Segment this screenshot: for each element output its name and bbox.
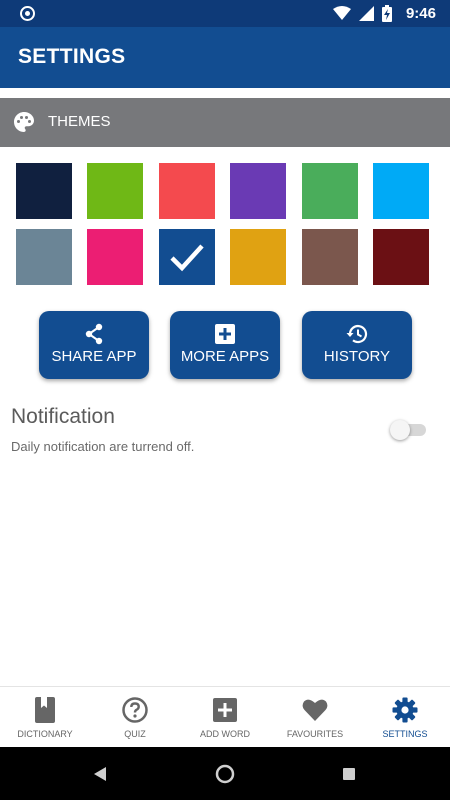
more-apps-label: MORE APPS: [180, 348, 270, 365]
theme-swatch[interactable]: [302, 229, 358, 285]
nav-quiz-label: QUIZ: [124, 729, 146, 739]
nav-favourites[interactable]: FAVOURITES: [270, 687, 360, 748]
status-icons: 9:46: [332, 3, 436, 24]
nav-quiz[interactable]: QUIZ: [90, 687, 180, 748]
history-label: HISTORY: [323, 348, 391, 365]
question-circle-icon: [122, 697, 148, 723]
themes-label: THEMES: [48, 113, 111, 130]
checkmark-icon: [170, 244, 204, 272]
share-app-label: SHARE APP: [51, 348, 137, 365]
toggle-thumb: [390, 420, 410, 440]
nav-add-word[interactable]: ADD WORD: [180, 687, 270, 748]
share-icon: [85, 323, 103, 345]
bottom-nav: DICTIONARY QUIZ ADD WORD FAVOURITES SETT…: [0, 686, 450, 747]
notification-title: Notification: [11, 405, 115, 428]
theme-swatch-selected[interactable]: [159, 229, 215, 285]
theme-swatch[interactable]: [230, 229, 286, 285]
gear-icon: [392, 697, 418, 723]
theme-swatch[interactable]: [230, 163, 286, 219]
theme-swatch[interactable]: [373, 163, 429, 219]
system-nav-bar: [0, 747, 450, 800]
plus-box-icon: [215, 324, 235, 344]
heart-icon: [302, 699, 328, 721]
nav-dictionary-label: DICTIONARY: [17, 729, 73, 739]
home-icon[interactable]: [214, 763, 236, 785]
history-icon: [346, 325, 368, 344]
palette-icon: [14, 112, 34, 132]
book-icon: [35, 697, 55, 723]
theme-swatch[interactable]: [16, 163, 72, 219]
theme-swatch[interactable]: [302, 163, 358, 219]
themes-header: THEMES: [0, 98, 450, 147]
recents-icon[interactable]: [338, 763, 360, 785]
battery-charging-icon: [381, 5, 392, 22]
share-app-button[interactable]: SHARE APP: [39, 311, 149, 379]
wifi-icon: [332, 6, 351, 20]
status-bar: 9:46: [0, 0, 450, 27]
page-title: SETTINGS: [18, 45, 126, 68]
nav-favourites-label: FAVOURITES: [286, 729, 344, 739]
nav-settings-label: SETTINGS: [382, 729, 428, 739]
nav-settings[interactable]: SETTINGS: [360, 687, 450, 748]
theme-swatch[interactable]: [16, 229, 72, 285]
plus-box-icon: [213, 698, 237, 722]
nav-add-word-label: ADD WORD: [200, 729, 250, 739]
theme-swatch[interactable]: [159, 163, 215, 219]
history-button[interactable]: HISTORY: [302, 311, 412, 379]
back-icon[interactable]: [90, 763, 112, 785]
app-logo-icon: [20, 6, 35, 21]
notification-subtitle: Daily notification are turrend off.: [11, 439, 195, 454]
notification-toggle[interactable]: [390, 420, 428, 440]
clock: 9:46: [405, 5, 436, 22]
cell-signal-icon: [358, 6, 374, 21]
nav-dictionary[interactable]: DICTIONARY: [0, 687, 90, 748]
theme-swatch[interactable]: [373, 229, 429, 285]
app-bar: SETTINGS: [0, 27, 450, 88]
more-apps-button[interactable]: MORE APPS: [170, 311, 280, 379]
theme-swatch[interactable]: [87, 163, 143, 219]
theme-swatch[interactable]: [87, 229, 143, 285]
